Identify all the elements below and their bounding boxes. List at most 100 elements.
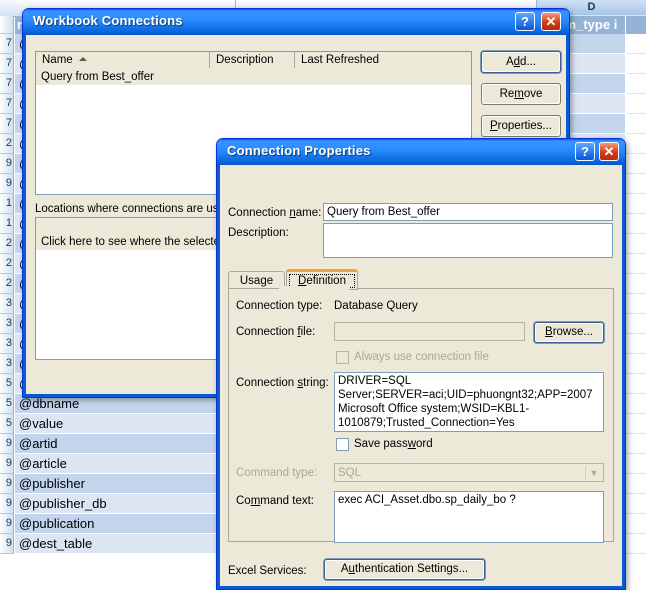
worksheet-cell-e[interactable] xyxy=(626,414,646,434)
worksheet-cell-e[interactable] xyxy=(626,434,646,454)
connection-properties-dialog[interactable]: Connection Properties ? ✕ Connection nam… xyxy=(216,138,626,590)
connection-name-input[interactable]: Query from Best_offer xyxy=(323,203,613,221)
remove-button[interactable]: Remove xyxy=(481,83,561,105)
connection-file-label-text: Connection file: xyxy=(236,326,316,338)
worksheet-cell-e[interactable] xyxy=(626,494,646,514)
connection-string-input[interactable]: DRIVER=SQL Server;SERVER=aci;UID=phuongn… xyxy=(334,372,604,432)
worksheet-cell-e[interactable] xyxy=(626,234,646,254)
workbook-connections-title: Workbook Connections xyxy=(33,13,183,28)
connection-name-label-text: Connection name: xyxy=(228,207,322,219)
worksheet-cell-e[interactable] xyxy=(626,274,646,294)
remove-button-label: Remove xyxy=(499,88,543,100)
row-header[interactable]: 9 xyxy=(0,474,14,494)
description-input[interactable] xyxy=(323,223,613,258)
always-use-connection-file-checkbox[interactable] xyxy=(336,351,349,364)
save-password-label-text: Save password xyxy=(354,438,433,450)
connection-row[interactable]: Query from Best_offer xyxy=(36,69,471,85)
worksheet-cell-e[interactable] xyxy=(626,174,646,194)
authentication-settings-button[interactable]: Authentication Settings... xyxy=(324,559,485,580)
worksheet-cell-e[interactable] xyxy=(626,514,646,534)
row-header[interactable]: 9 xyxy=(0,154,14,174)
row-header[interactable]: 9 xyxy=(0,514,14,534)
connection-properties-title: Connection Properties xyxy=(227,143,371,158)
column-name-label: Name xyxy=(42,54,73,66)
add-button-label: Add... xyxy=(505,56,537,68)
worksheet-cell-e[interactable] xyxy=(626,314,646,334)
worksheet-cell-e[interactable] xyxy=(626,194,646,214)
row-header[interactable]: 3 xyxy=(0,314,14,334)
help-icon[interactable]: ? xyxy=(575,142,595,161)
worksheet-cell-e[interactable] xyxy=(626,54,646,74)
connection-properties-body: Connection name: Query from Best_offer D… xyxy=(220,165,622,586)
help-icon[interactable]: ? xyxy=(515,12,535,31)
browse-button-label: Browse... xyxy=(545,326,593,338)
connection-type-label: Connection type: xyxy=(236,300,323,312)
worksheet-cell-e[interactable] xyxy=(626,34,646,54)
row-header[interactable]: 9 xyxy=(0,494,14,514)
worksheet-cell-e[interactable] xyxy=(626,294,646,314)
worksheet-cell-e[interactable] xyxy=(626,394,646,414)
worksheet-cell-e[interactable] xyxy=(626,474,646,494)
row-header-top[interactable] xyxy=(0,16,14,34)
row-header[interactable]: 1 xyxy=(0,214,14,234)
worksheet-cell-e[interactable] xyxy=(626,334,646,354)
column-last-refreshed[interactable]: Last Refreshed xyxy=(295,52,471,68)
properties-button-label: Properties... xyxy=(490,120,552,132)
row-header[interactable]: 2 xyxy=(0,134,14,154)
add-button[interactable]: Add... xyxy=(481,51,561,73)
column-description[interactable]: Description xyxy=(210,52,295,68)
row-header[interactable]: 7 xyxy=(0,74,14,94)
connection-type-value: Database Query xyxy=(334,300,418,312)
row-header[interactable]: 5 xyxy=(0,394,14,414)
row-header[interactable]: 9 xyxy=(0,454,14,474)
row-header[interactable]: 3 xyxy=(0,354,14,374)
connection-properties-titlebar[interactable]: Connection Properties ? ✕ xyxy=(217,139,625,165)
command-type-select[interactable]: SQL ▼ xyxy=(334,463,604,482)
worksheet-cell-e[interactable] xyxy=(626,114,646,134)
row-header[interactable]: 1 xyxy=(0,194,14,214)
row-header[interactable]: 3 xyxy=(0,294,14,314)
authentication-settings-label: Authentication Settings... xyxy=(340,563,469,575)
row-header[interactable]: 9 xyxy=(0,534,14,554)
connection-file-label: Connection file: xyxy=(236,326,315,338)
excel-services-label: Excel Services: xyxy=(228,565,307,577)
row-header[interactable]: 2 xyxy=(0,234,14,254)
row-header[interactable]: 3 xyxy=(0,334,14,354)
browse-button[interactable]: Browse... xyxy=(534,322,604,343)
command-type-label: Command type: xyxy=(236,467,318,479)
close-icon[interactable]: ✕ xyxy=(541,12,561,31)
tab-seam-cover xyxy=(279,286,349,290)
row-header[interactable]: 7 xyxy=(0,54,14,74)
chevron-down-icon[interactable]: ▼ xyxy=(585,465,602,480)
sort-ascending-icon xyxy=(78,57,87,61)
worksheet-cell-e[interactable] xyxy=(626,454,646,474)
row-header[interactable]: 2 xyxy=(0,274,14,294)
connections-list-header: Name Description Last Refreshed xyxy=(36,52,471,70)
worksheet-cell-e[interactable] xyxy=(626,214,646,234)
row-header[interactable]: 7 xyxy=(0,114,14,134)
row-header[interactable]: 7 xyxy=(0,34,14,54)
worksheet-cell-e[interactable] xyxy=(626,94,646,114)
worksheet-cell-e[interactable] xyxy=(626,154,646,174)
worksheet-cell-e[interactable] xyxy=(626,74,646,94)
row-header[interactable]: 9 xyxy=(0,174,14,194)
row-header[interactable]: 5 xyxy=(0,414,14,434)
worksheet-cell-e[interactable] xyxy=(626,354,646,374)
workbook-connections-titlebar[interactable]: Workbook Connections ? ✕ xyxy=(23,9,569,35)
column-name[interactable]: Name xyxy=(36,52,210,68)
close-icon[interactable]: ✕ xyxy=(599,142,619,161)
row-header[interactable]: 5 xyxy=(0,374,14,394)
row-header[interactable]: 2 xyxy=(0,254,14,274)
save-password-checkbox[interactable] xyxy=(336,438,349,451)
worksheet-cell-e[interactable] xyxy=(626,374,646,394)
command-text-label: Command text: xyxy=(236,495,314,507)
worksheet-cell-e[interactable] xyxy=(626,534,646,554)
worksheet-cell-e[interactable] xyxy=(626,134,646,154)
row-header[interactable]: 7 xyxy=(0,94,14,114)
connection-file-input[interactable] xyxy=(334,322,525,341)
command-text-input[interactable]: exec ACI_Asset.dbo.sp_daily_bo ? xyxy=(334,491,604,543)
properties-button[interactable]: Properties... xyxy=(481,115,561,137)
connection-string-label: Connection string: xyxy=(236,377,329,389)
row-header[interactable]: 9 xyxy=(0,434,14,454)
worksheet-cell-e[interactable] xyxy=(626,254,646,274)
